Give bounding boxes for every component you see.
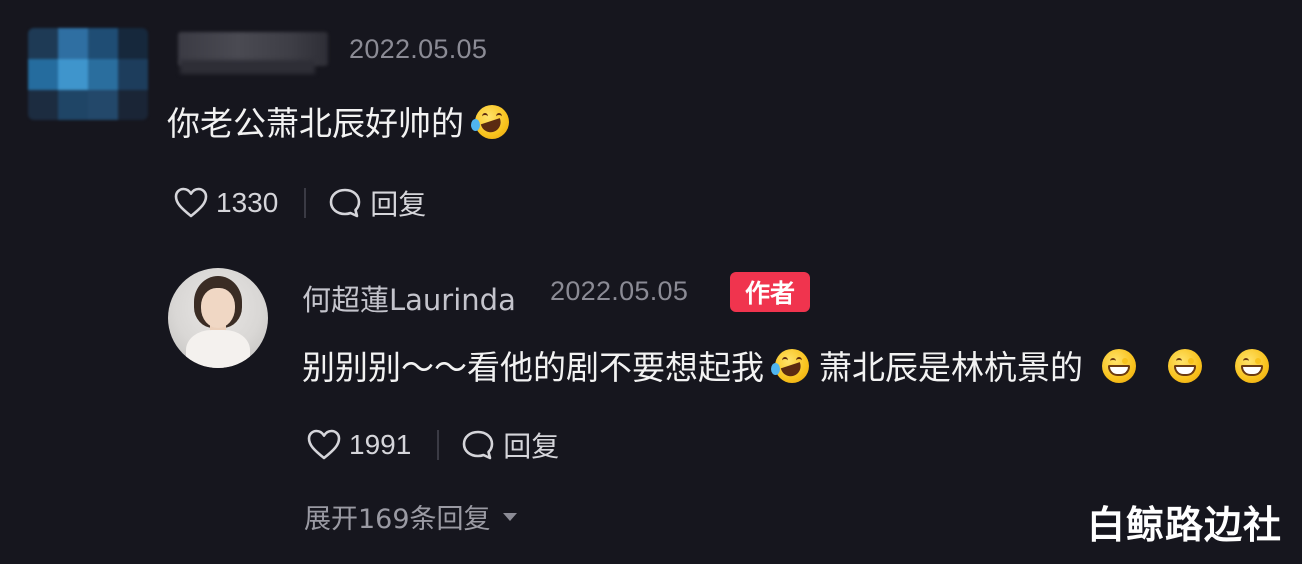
reply-text-part1: 别别别～～看他的剧不要想起我 (302, 348, 764, 387)
comment-text: 你老公萧北辰好帅的 (167, 97, 509, 145)
grinning-emoji-icon (1234, 349, 1269, 383)
watermark: 白鲸路边社 (1086, 503, 1282, 547)
reply-actions: 1991 回复 (307, 425, 559, 465)
rolling-laughing-emoji-icon (470, 105, 509, 139)
reply-button[interactable]: 回复 (503, 425, 559, 465)
reply-text-part2: 萧北辰是林杭景的 (819, 348, 1083, 387)
like-count: 1991 (349, 429, 412, 460)
comment-bubble-icon[interactable] (328, 187, 362, 219)
expand-replies-button[interactable]: 展开169条回复 (304, 497, 517, 536)
comment-date: 2022.05.05 (349, 34, 488, 64)
commenter-name-blurred-shadow (180, 60, 315, 74)
reply-date: 2022.05.05 (550, 276, 689, 306)
reply-username[interactable]: 何超蓮Laurinda (302, 277, 516, 319)
divider (304, 188, 307, 218)
author-badge: 作者 (730, 272, 810, 312)
reply-button[interactable]: 回复 (370, 183, 426, 223)
heart-icon[interactable] (174, 187, 208, 219)
author-avatar[interactable] (168, 268, 268, 368)
commenter-avatar-pixelated[interactable] (28, 28, 148, 120)
comment-actions: 1330 回复 (174, 183, 426, 223)
reply-text: 别别别～～看他的剧不要想起我 萧北辰是林杭景的 (302, 341, 1269, 389)
like-count: 1330 (216, 187, 279, 218)
grinning-emoji-icon (1101, 349, 1136, 383)
grinning-emoji-icon (1168, 349, 1202, 383)
rolling-laughing-emoji-icon (770, 349, 809, 383)
comment-bubble-icon[interactable] (461, 429, 495, 461)
comment-text-body: 你老公萧北辰好帅的 (167, 104, 464, 143)
caret-down-icon (502, 512, 517, 521)
heart-icon[interactable] (307, 429, 341, 461)
divider (437, 430, 440, 460)
expand-replies-label: 展开169条回复 (304, 504, 491, 535)
